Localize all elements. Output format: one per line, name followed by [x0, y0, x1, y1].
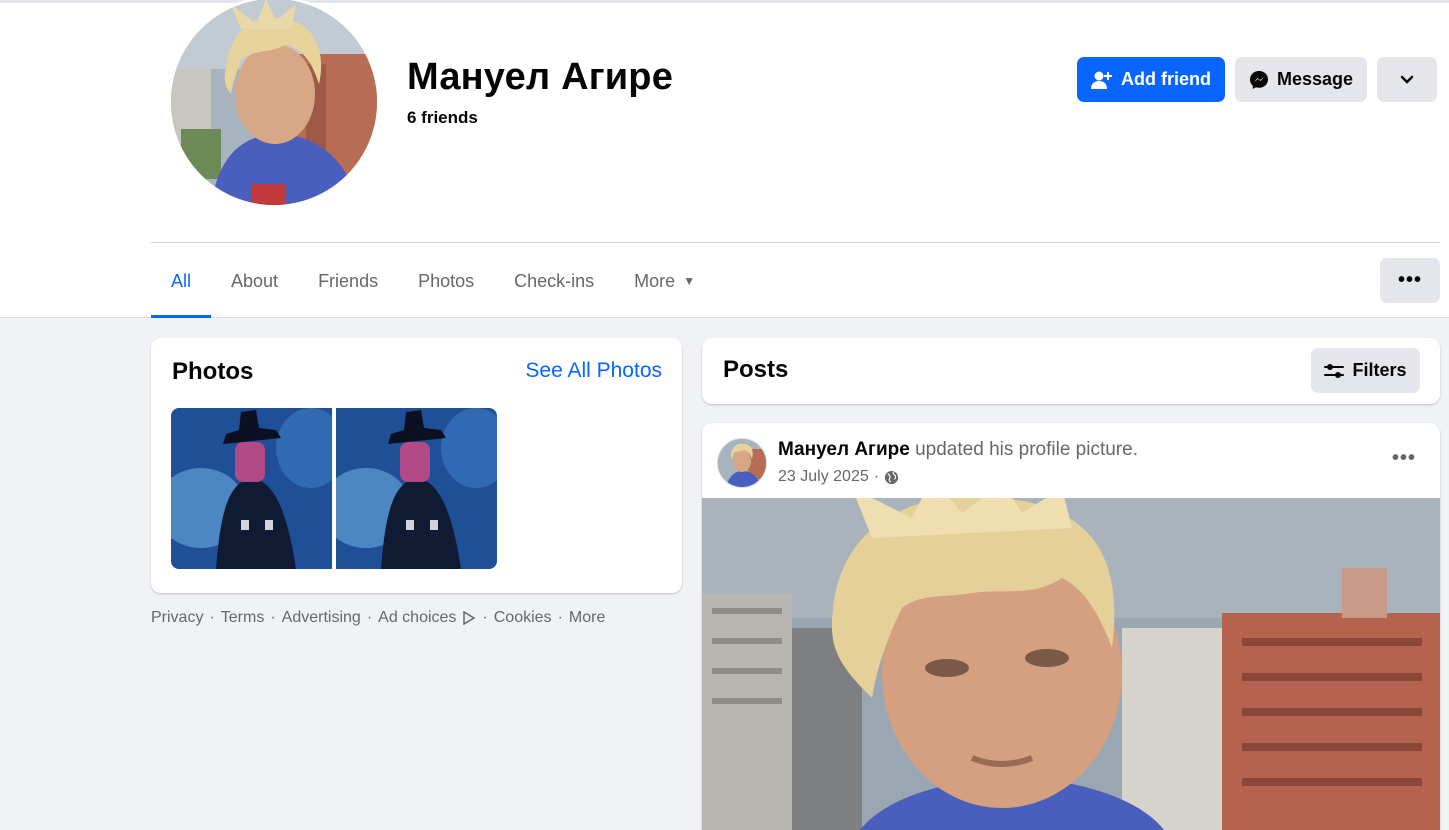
sliders-icon — [1324, 363, 1345, 378]
tab-friends[interactable]: Friends — [298, 244, 398, 318]
post-author-avatar[interactable] — [717, 438, 767, 488]
message-button[interactable]: Message — [1235, 57, 1367, 102]
add-friend-label: Add friend — [1121, 69, 1211, 89]
post-profile-picture[interactable] — [702, 498, 1440, 830]
message-label: Message — [1276, 69, 1354, 89]
chevron-down-icon — [1400, 75, 1414, 84]
tab-photos[interactable]: Photos — [398, 244, 494, 318]
tab-all[interactable]: All — [151, 244, 212, 318]
header-top-border — [0, 0, 1449, 3]
photo-thumbnail[interactable] — [336, 408, 497, 569]
filters-button[interactable]: Filters — [1311, 348, 1420, 393]
add-friend-button[interactable]: Add friend — [1077, 57, 1225, 102]
footer-links: Privacy · Terms · Advertising · Ad choic… — [151, 609, 605, 627]
messenger-icon — [1249, 70, 1268, 89]
tab-more[interactable]: More ▼ — [614, 244, 715, 318]
tab-about-label: About — [231, 270, 279, 291]
photos-card-title: Photos — [172, 358, 254, 385]
tab-about[interactable]: About — [211, 244, 298, 318]
footer-link-terms[interactable]: Terms — [221, 609, 265, 627]
profile-tabs: All About Friends Photos Check-ins More … — [151, 244, 715, 318]
post-profile-picture-image — [702, 498, 1440, 830]
posts-header-card: Posts Filters — [702, 338, 1440, 404]
tab-check-ins-label: Check-ins — [514, 270, 595, 291]
photo-thumbnail-image — [171, 408, 332, 569]
header-divider — [151, 242, 1440, 243]
person-plus-icon — [1091, 71, 1112, 89]
photo-thumbnail-image — [336, 408, 497, 569]
globe-icon — [885, 470, 899, 484]
photo-thumbnail[interactable] — [171, 408, 332, 569]
ad-choices-icon — [463, 611, 476, 625]
footer-link-more[interactable]: More — [569, 609, 605, 627]
post-author-avatar-image — [718, 439, 766, 487]
footer-link-advertising[interactable]: Advertising — [282, 609, 361, 627]
post-options-button[interactable]: ••• — [1392, 447, 1416, 470]
friends-count[interactable]: 6 friends — [407, 108, 478, 128]
post-headline: Мануел Агире updated his profile picture… — [778, 439, 1138, 461]
profile-picture[interactable] — [168, 0, 380, 208]
footer-link-cookies[interactable]: Cookies — [494, 609, 552, 627]
post-author-name[interactable]: Мануел Агире — [778, 439, 910, 460]
photos-card: Photos See All Photos — [151, 338, 682, 593]
profile-name: Мануел Агире — [407, 56, 674, 98]
see-all-photos-link[interactable]: See All Photos — [525, 359, 662, 383]
footer-separator: · — [366, 609, 373, 626]
footer-link-ad-choices[interactable]: Ad choices — [378, 609, 456, 627]
footer-separator: · — [482, 609, 488, 626]
profile-header: Мануел Агире 6 friends Add friend Messag… — [0, 0, 1449, 318]
filters-label: Filters — [1352, 360, 1407, 380]
tab-photos-label: Photos — [418, 270, 475, 291]
footer-separator: · — [270, 609, 276, 626]
profile-more-options-button[interactable]: ••• — [1380, 258, 1440, 303]
footer-separator: · — [209, 609, 215, 626]
tab-friends-label: Friends — [318, 270, 379, 291]
tab-check-ins[interactable]: Check-ins — [494, 244, 614, 318]
footer-link-privacy[interactable]: Privacy — [151, 609, 203, 627]
profile-picture-image — [171, 0, 377, 205]
post-card: Мануел Агире updated his profile picture… — [702, 423, 1440, 830]
more-dots-icon: ••• — [1397, 269, 1422, 291]
post-action-text: updated his profile picture. — [909, 439, 1138, 460]
posts-title: Posts — [723, 356, 789, 383]
post-meta: 23 July 2025 · — [778, 468, 899, 486]
caret-down-icon: ▼ — [683, 274, 696, 288]
profile-actions-dropdown-button[interactable] — [1377, 57, 1437, 102]
tab-more-label: More — [634, 270, 676, 291]
post-meta-separator: · — [873, 468, 880, 485]
post-date[interactable]: 23 July 2025 — [778, 468, 869, 486]
footer-separator: · — [557, 609, 563, 626]
tab-all-label: All — [171, 270, 192, 291]
